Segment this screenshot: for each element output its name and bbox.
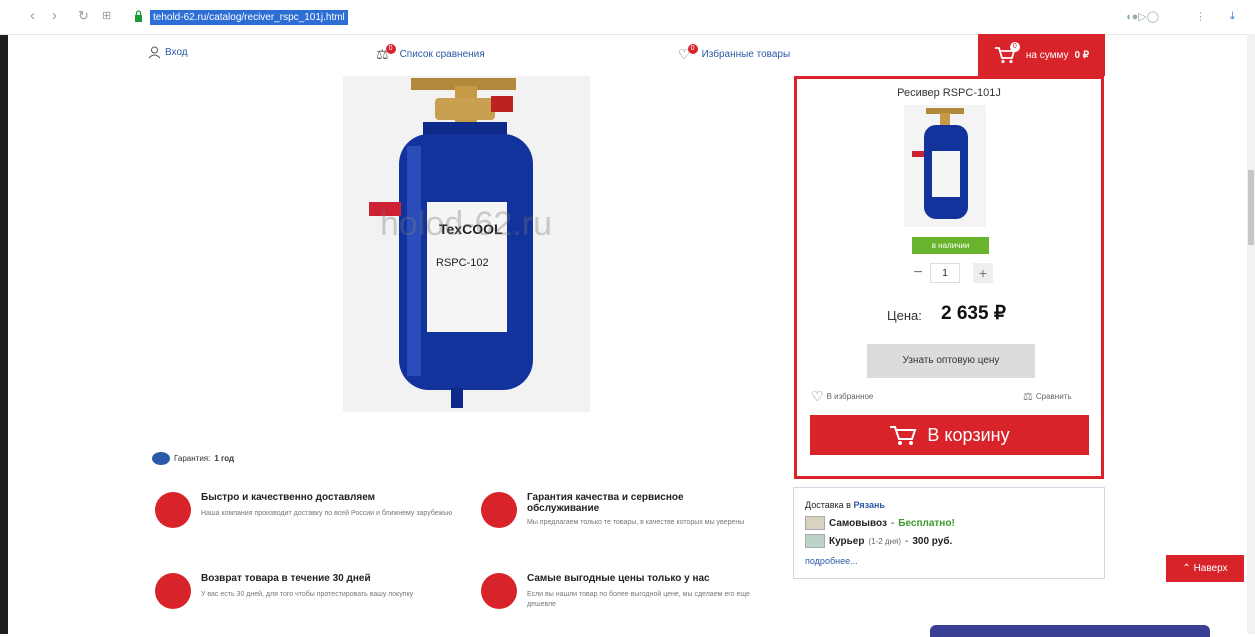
feature-title: Быстро и качественно доставляем — [201, 492, 376, 503]
window-edge — [0, 0, 8, 634]
product-image[interactable]: TexCOOL RSPC-102 — [343, 76, 590, 412]
delivery-heading: Доставка в Рязань — [805, 500, 885, 510]
product-thumbnail[interactable] — [904, 105, 986, 227]
apps-icon[interactable]: ⊞ — [102, 9, 111, 22]
quantity-input[interactable]: 1 — [930, 263, 960, 283]
receiver-thumbnail — [912, 108, 968, 219]
feature-item: Быстро и качественно доставляем Наша ком… — [155, 492, 465, 528]
header-cart[interactable]: 0 на сумму 0 ₽ — [978, 34, 1105, 76]
login-label: Вход — [165, 47, 188, 58]
feature-item: Возврат товара в течение 30 дней У вас е… — [155, 573, 465, 609]
add-to-compare-link[interactable]: ⚖ Сравнить — [1023, 390, 1072, 403]
address-bar[interactable]: tehold-62.ru/catalog/reciver_rspc_101j.h… — [150, 10, 348, 25]
cart-badge: 0 — [1009, 42, 1020, 52]
cart-sum: 0 ₽ — [1074, 49, 1090, 61]
heart-icon: ♡ — [811, 388, 824, 404]
courier-days: (1-2 дня) — [868, 536, 901, 546]
store-icon — [805, 516, 825, 530]
feature-item: Самые выгодные цены только у нас Если вы… — [481, 573, 766, 610]
cart-icon — [890, 426, 917, 445]
feature-text: Если вы нашли товар по более выгодной це… — [527, 591, 750, 608]
forward-icon[interactable]: › — [52, 7, 57, 24]
add-to-favorites-link[interactable]: ♡ В избранное — [811, 388, 873, 405]
reload-icon[interactable]: ↻ — [78, 8, 89, 24]
scrollbar[interactable] — [1247, 34, 1255, 634]
feature-title: Самые выгодные цены только у нас — [527, 573, 710, 584]
compare-label: Список сравнения — [399, 49, 485, 60]
feature-text: Наша компания производит доставку по все… — [201, 510, 453, 517]
feature-text: У вас есть 30 дней, для того чтобы проте… — [201, 591, 414, 598]
receiver-picture: TexCOOL RSPC-102 — [369, 78, 533, 408]
price-label: Цена: — [887, 308, 922, 323]
browser-toolbar: ‹ › ↻ ⊞ tehold-62.ru/catalog/reciver_rsp… — [0, 0, 1255, 35]
chat-widget[interactable] — [930, 625, 1210, 637]
compare-badge: 0 — [385, 43, 396, 54]
watermark: holod-62.ru — [380, 205, 553, 243]
cart-prefix: на сумму — [1025, 49, 1069, 61]
favorites-label: Избранные товары — [701, 49, 791, 60]
feature-title: Гарантия качества и сервисное обслуживан… — [527, 492, 684, 514]
scrollbar-thumb[interactable] — [1248, 170, 1254, 245]
delivery-more-link[interactable]: подробнее... — [805, 556, 858, 566]
warranty-label: Гарантия: — [174, 454, 211, 463]
qty-decrease-button[interactable]: − — [910, 265, 926, 281]
pickup-row: Самовывоз - Бесплатно! — [805, 516, 955, 530]
feature-text: Мы предлагаем только те товары, в качест… — [527, 519, 745, 526]
shield-icon — [152, 452, 170, 465]
delivery-city[interactable]: Рязань — [853, 500, 884, 510]
product-title: Ресивер RSPC-101J — [897, 87, 1001, 99]
return-icon — [155, 573, 191, 609]
truck-icon — [805, 534, 825, 548]
qty-increase-button[interactable]: + — [973, 263, 993, 283]
compare-link[interactable]: ⚖ 0 Список сравнения — [376, 43, 485, 63]
svg-text:RSPC-102: RSPC-102 — [436, 257, 489, 269]
favorites-link-label: В избранное — [826, 392, 874, 401]
scales-icon: ⚖ — [1023, 391, 1033, 403]
stock-badge: в наличии — [912, 237, 989, 254]
courier-label: Курьер — [829, 535, 865, 547]
warranty-value: 1 год — [214, 454, 235, 463]
courier-row: Курьер (1-2 дня) - 300 руб. — [805, 534, 952, 548]
delivery-prefix: Доставка в — [805, 500, 851, 510]
feature-title: Возврат товара в течение 30 дней — [201, 573, 371, 584]
scroll-top-label: Наверх — [1193, 563, 1228, 574]
price-tag-icon — [481, 573, 517, 609]
settings-icon[interactable]: ⋮ — [1195, 10, 1206, 23]
wholesale-price-button[interactable]: Узнать оптовую цену — [867, 344, 1035, 378]
extension-icon[interactable]: ◖●▷◯ — [1125, 10, 1159, 23]
back-icon[interactable]: ‹ — [30, 7, 35, 24]
warranty-row: Гарантия: 1 год — [152, 452, 234, 465]
login-link[interactable]: Вход — [148, 46, 188, 59]
lock-icon — [135, 10, 142, 22]
add-to-cart-label: В корзину — [927, 424, 1010, 445]
truck-icon — [155, 492, 191, 528]
price-value: 2 635 ₽ — [941, 303, 1006, 324]
scroll-top-button[interactable]: ⌃ Наверх — [1166, 555, 1244, 582]
compare-link-label: Сравнить — [1035, 392, 1072, 401]
feature-item: Гарантия качества и сервисное обслуживан… — [481, 492, 761, 528]
quality-icon — [481, 492, 517, 528]
delivery-box: Доставка в Рязань Самовывоз - Бесплатно!… — [793, 487, 1105, 579]
add-to-cart-button[interactable]: В корзину — [810, 415, 1089, 455]
pickup-label: Самовывоз — [829, 517, 887, 529]
chevron-up-icon: ⌃ — [1182, 563, 1191, 574]
favorites-badge: 0 — [687, 43, 698, 54]
courier-price: 300 руб. — [912, 535, 953, 547]
user-icon — [148, 46, 161, 59]
download-icon[interactable]: ⤓ — [1230, 10, 1235, 23]
favorites-link[interactable]: ♡ 0 Избранные товары — [678, 43, 791, 63]
buy-box: Ресивер RSPC-101J в наличии − 1 + Цена: … — [794, 76, 1104, 479]
pickup-price: Бесплатно! — [898, 517, 955, 529]
